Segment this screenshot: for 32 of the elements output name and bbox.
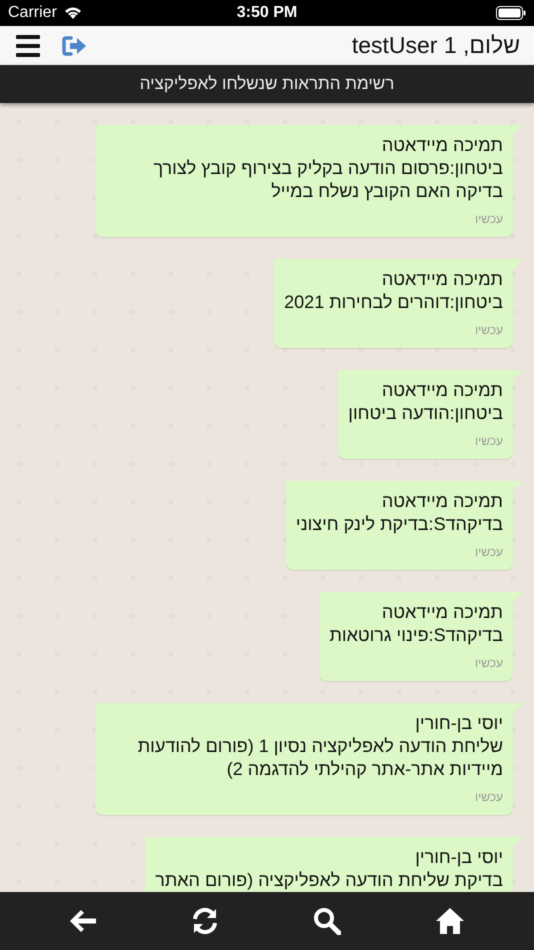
message-time: עכשיו bbox=[474, 544, 503, 560]
message-text: ביטחון:דוהרים לבחירות 2021 bbox=[284, 291, 503, 314]
battery-icon bbox=[496, 6, 526, 20]
message-time: עכשיו bbox=[474, 789, 503, 805]
message-text: בדיקת שליחת הודעה לאפליקציה (פורום האתר bbox=[155, 869, 503, 892]
home-icon[interactable] bbox=[435, 907, 465, 935]
search-icon[interactable] bbox=[313, 907, 341, 935]
message-sender: תמיכה מיידאטה bbox=[380, 134, 503, 157]
message-time: עכשיו bbox=[474, 655, 503, 671]
message-time: עכשיו bbox=[474, 433, 503, 449]
message-sender: תמיכה מיידאטה bbox=[380, 268, 503, 291]
message-sender: תמיכה מיידאטה bbox=[380, 379, 503, 402]
message-text: בדיקהדS:בדיקת לינק חיצוני bbox=[296, 513, 503, 536]
menu-icon[interactable] bbox=[16, 34, 40, 56]
carrier-label: Carrier bbox=[8, 4, 57, 22]
message-sender: יוסי בן-חורין bbox=[414, 712, 503, 735]
wifi-icon bbox=[62, 6, 83, 20]
message-text: ביטחון:הודעה ביטחון bbox=[348, 402, 503, 425]
message-sender: תמיכה מיידאטה bbox=[380, 601, 503, 624]
message-text: ביטחון:פרסום הודעה בקליק בצירוף קובץ לצורך בדיקה האם הקובץ נשלח במייל bbox=[152, 157, 503, 203]
clock-time: 3:50 PM bbox=[236, 4, 298, 22]
page-title: רשימת התראות שנשלחו לאפליקציה bbox=[140, 74, 394, 94]
message-time: עכשיו bbox=[474, 322, 503, 338]
message-text: שליחת הודעה לאפליקציה נסיון 1 (פורום להודעות מיידיות אתר-אתר קהילתי להדגמה 2) bbox=[136, 735, 503, 781]
logout-icon[interactable] bbox=[62, 36, 88, 56]
refresh-icon[interactable] bbox=[191, 907, 219, 935]
message-time: עכשיו bbox=[474, 211, 503, 227]
message-sender: תמיכה מיידאטה bbox=[380, 490, 503, 513]
message-sender: יוסי בן-חורין bbox=[414, 846, 503, 869]
back-arrow-icon[interactable] bbox=[69, 909, 97, 933]
message-text: בדיקהדS:פינוי גרוטאות bbox=[329, 624, 503, 647]
greeting-text: שלום, testUser 1 bbox=[352, 32, 520, 59]
